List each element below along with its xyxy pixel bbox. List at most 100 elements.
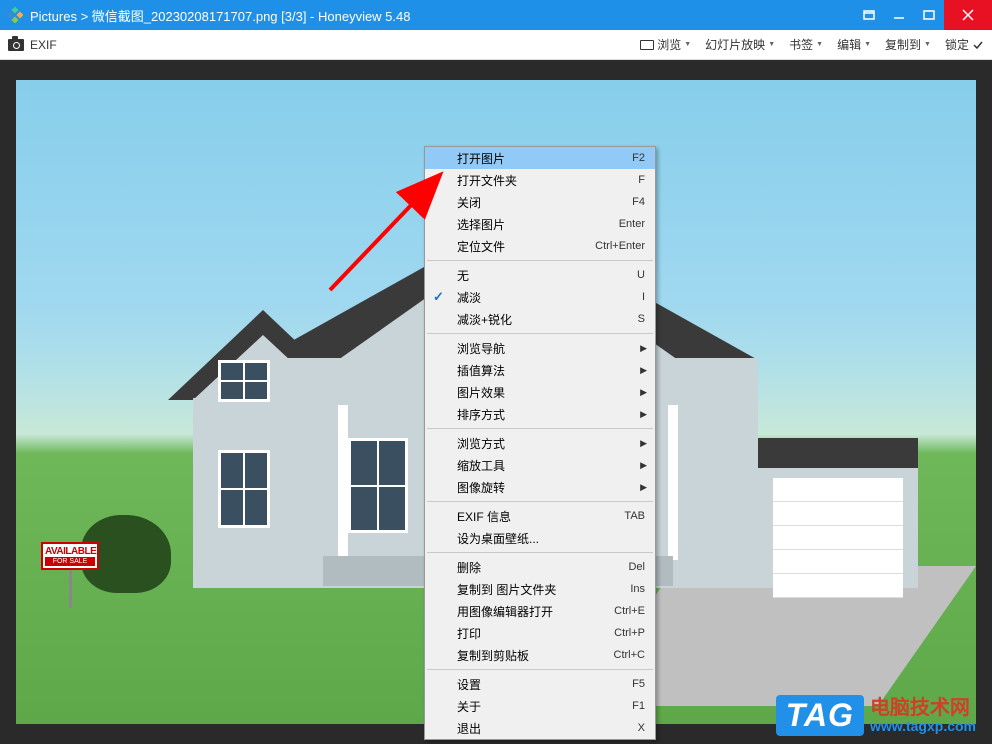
watermark-url: www.tagxp.com: [870, 719, 976, 734]
fullscreen-button[interactable]: [854, 0, 884, 30]
menu-item-label: 复制到剪贴板: [457, 647, 614, 664]
browse-menu[interactable]: 浏览▼: [640, 36, 691, 53]
menu-item[interactable]: 用图像编辑器打开Ctrl+E: [425, 600, 655, 622]
copyto-menu[interactable]: 复制到▼: [885, 36, 931, 53]
menu-item-label: 选择图片: [457, 216, 619, 233]
minimize-button[interactable]: [884, 0, 914, 30]
window-title: Pictures > 微信截图_20230208171707.png [3/3]…: [30, 6, 854, 25]
menu-item-label: 定位文件: [457, 238, 595, 255]
chevron-down-icon: ▼: [768, 41, 775, 48]
menu-item-shortcut: Ctrl+Enter: [595, 240, 645, 252]
submenu-arrow-icon: ▶: [640, 460, 647, 471]
menu-item[interactable]: 减淡+锐化S: [425, 308, 655, 330]
chevron-down-icon: ▼: [924, 41, 931, 48]
menu-item[interactable]: 缩放工具▶: [425, 454, 655, 476]
menu-item-shortcut: F2: [632, 152, 645, 164]
menu-item-shortcut: Del: [628, 561, 645, 573]
menu-item-shortcut: F4: [632, 196, 645, 208]
menu-item-label: 打开文件夹: [457, 172, 638, 189]
chevron-down-icon: ▼: [684, 41, 691, 48]
menu-item-shortcut: I: [642, 291, 645, 303]
check-icon: ✓: [433, 289, 444, 305]
menu-item-label: 关于: [457, 698, 632, 715]
menu-item[interactable]: 插值算法▶: [425, 359, 655, 381]
menu-item[interactable]: 浏览导航▶: [425, 337, 655, 359]
menu-item-shortcut: Ctrl+E: [614, 605, 645, 617]
menu-item[interactable]: 复制到 图片文件夹Ins: [425, 578, 655, 600]
exif-button[interactable]: EXIF: [30, 38, 57, 52]
menu-item-label: 浏览方式: [457, 435, 645, 452]
menu-item[interactable]: 打印Ctrl+P: [425, 622, 655, 644]
for-sale-sign: AVAILABLE FOR SALE: [41, 542, 99, 614]
menu-item[interactable]: 打开文件夹F: [425, 169, 655, 191]
menu-item[interactable]: 图片效果▶: [425, 381, 655, 403]
menu-item-label: 图像旋转: [457, 479, 645, 496]
menu-item-label: EXIF 信息: [457, 508, 624, 525]
menu-item-label: 关闭: [457, 194, 632, 211]
bookmark-menu[interactable]: 书签▼: [789, 36, 823, 53]
menu-item-label: 复制到 图片文件夹: [457, 581, 630, 598]
slideshow-menu[interactable]: 幻灯片放映▼: [705, 36, 775, 53]
check-icon: [972, 39, 984, 51]
watermark: TAG 电脑技术网 www.tagxp.com: [776, 695, 976, 736]
menu-item-label: 插值算法: [457, 362, 645, 379]
watermark-tag: TAG: [776, 695, 864, 736]
menu-item-label: 减淡+锐化: [457, 311, 638, 328]
menu-item[interactable]: 设置F5: [425, 673, 655, 695]
menu-item-shortcut: S: [638, 313, 645, 325]
screen-icon: [640, 40, 654, 50]
menu-item-shortcut: U: [637, 269, 645, 281]
titlebar: Pictures > 微信截图_20230208171707.png [3/3]…: [0, 0, 992, 30]
menu-item[interactable]: 定位文件Ctrl+Enter: [425, 235, 655, 257]
menu-item-label: 浏览导航: [457, 340, 645, 357]
menu-item-label: 减淡: [457, 289, 642, 306]
lock-menu[interactable]: 锁定: [945, 36, 984, 53]
submenu-arrow-icon: ▶: [640, 409, 647, 420]
menu-item[interactable]: 复制到剪贴板Ctrl+C: [425, 644, 655, 666]
chevron-down-icon: ▼: [816, 41, 823, 48]
menu-item-label: 无: [457, 267, 637, 284]
menu-item-label: 删除: [457, 559, 628, 576]
menu-item-label: 设为桌面壁纸...: [457, 530, 645, 547]
menu-item[interactable]: 删除Del: [425, 556, 655, 578]
menu-item[interactable]: 选择图片Enter: [425, 213, 655, 235]
menu-item-label: 排序方式: [457, 406, 645, 423]
submenu-arrow-icon: ▶: [640, 482, 647, 493]
menu-item[interactable]: 排序方式▶: [425, 403, 655, 425]
menu-item[interactable]: 浏览方式▶: [425, 432, 655, 454]
menu-item-label: 缩放工具: [457, 457, 645, 474]
menu-item-shortcut: F: [638, 174, 645, 186]
menu-item-label: 图片效果: [457, 384, 645, 401]
menu-item[interactable]: ✓ 减淡I: [425, 286, 655, 308]
window-controls: [854, 0, 992, 30]
menu-item[interactable]: 设为桌面壁纸...: [425, 527, 655, 549]
menu-item-label: 打开图片: [457, 150, 632, 167]
menu-item[interactable]: 图像旋转▶: [425, 476, 655, 498]
menu-item[interactable]: EXIF 信息TAB: [425, 505, 655, 527]
submenu-arrow-icon: ▶: [640, 365, 647, 376]
edit-menu[interactable]: 编辑▼: [837, 36, 871, 53]
chevron-down-icon: ▼: [864, 41, 871, 48]
close-button[interactable]: [944, 0, 992, 30]
menu-separator: [427, 552, 653, 553]
menu-item-shortcut: Ctrl+P: [614, 627, 645, 639]
camera-icon[interactable]: [8, 39, 24, 51]
menu-item[interactable]: 无U: [425, 264, 655, 286]
menu-item-shortcut: F5: [632, 678, 645, 690]
menu-separator: [427, 501, 653, 502]
menu-item[interactable]: 关于F1: [425, 695, 655, 717]
menu-item-shortcut: Ctrl+C: [614, 649, 645, 661]
submenu-arrow-icon: ▶: [640, 343, 647, 354]
menu-item[interactable]: 关闭F4: [425, 191, 655, 213]
maximize-button[interactable]: [914, 0, 944, 30]
menu-separator: [427, 669, 653, 670]
menu-item-shortcut: Ins: [630, 583, 645, 595]
menu-item[interactable]: 打开图片F2: [425, 147, 655, 169]
submenu-arrow-icon: ▶: [640, 387, 647, 398]
watermark-cn: 电脑技术网: [870, 697, 976, 719]
image-viewer[interactable]: AVAILABLE FOR SALE 打开图片F2打开文件夹F关闭F4选择图片E…: [0, 60, 992, 744]
menu-item-label: 退出: [457, 720, 638, 737]
menu-item[interactable]: 退出X: [425, 717, 655, 739]
context-menu: 打开图片F2打开文件夹F关闭F4选择图片Enter定位文件Ctrl+Enter无…: [424, 146, 656, 740]
menu-item-label: 设置: [457, 676, 632, 693]
